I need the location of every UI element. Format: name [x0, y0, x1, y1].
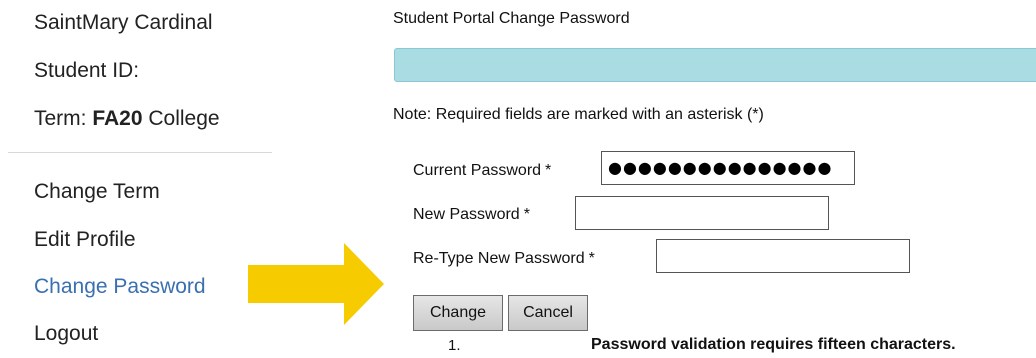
cancel-button[interactable]: Cancel	[508, 295, 588, 331]
sidebar-item-change-term[interactable]: Change Term	[34, 181, 160, 202]
term-prefix: Term:	[34, 107, 93, 130]
required-asterisk: *	[588, 250, 595, 267]
new-password-label: New Password *	[413, 206, 530, 224]
sidebar-divider	[8, 152, 272, 153]
right-arrow-icon	[248, 243, 384, 325]
change-button[interactable]: Change	[413, 295, 503, 331]
term-suffix: College	[142, 107, 220, 130]
term-info: Term: FA20 College	[34, 108, 220, 129]
sidebar-item-logout[interactable]: Logout	[34, 323, 98, 344]
rule-number: 1.	[448, 337, 461, 354]
student-id-label: Student ID:	[34, 59, 140, 82]
sidebar-item-edit-profile[interactable]: Edit Profile	[34, 229, 136, 250]
user-name: SaintMary Cardinal	[34, 11, 213, 34]
current-password-input[interactable]: ●●●●●●●●●●●●●●●	[601, 151, 855, 185]
current-password-label-text: Current Password	[413, 162, 542, 179]
term-code: FA20	[92, 107, 143, 130]
required-asterisk: *	[545, 162, 552, 179]
rule-text: Password validation requires fifteen cha…	[591, 336, 956, 353]
retype-password-input[interactable]	[656, 239, 910, 273]
info-bar	[394, 48, 1036, 82]
current-password-label: Current Password *	[413, 162, 551, 180]
sidebar-item-change-password[interactable]: Change Password	[34, 276, 206, 297]
page: SaintMary Cardinal Student ID: Term: FA2…	[0, 0, 1036, 358]
new-password-input[interactable]	[575, 196, 829, 230]
page-title: Student Portal Change Password	[393, 10, 630, 27]
new-password-label-text: New Password	[413, 206, 520, 223]
retype-password-label: Re-Type New Password *	[413, 250, 595, 268]
required-asterisk: *	[523, 206, 530, 223]
required-note: Note: Required fields are marked with an…	[393, 106, 764, 123]
retype-password-label-text: Re-Type New Password	[413, 250, 585, 267]
